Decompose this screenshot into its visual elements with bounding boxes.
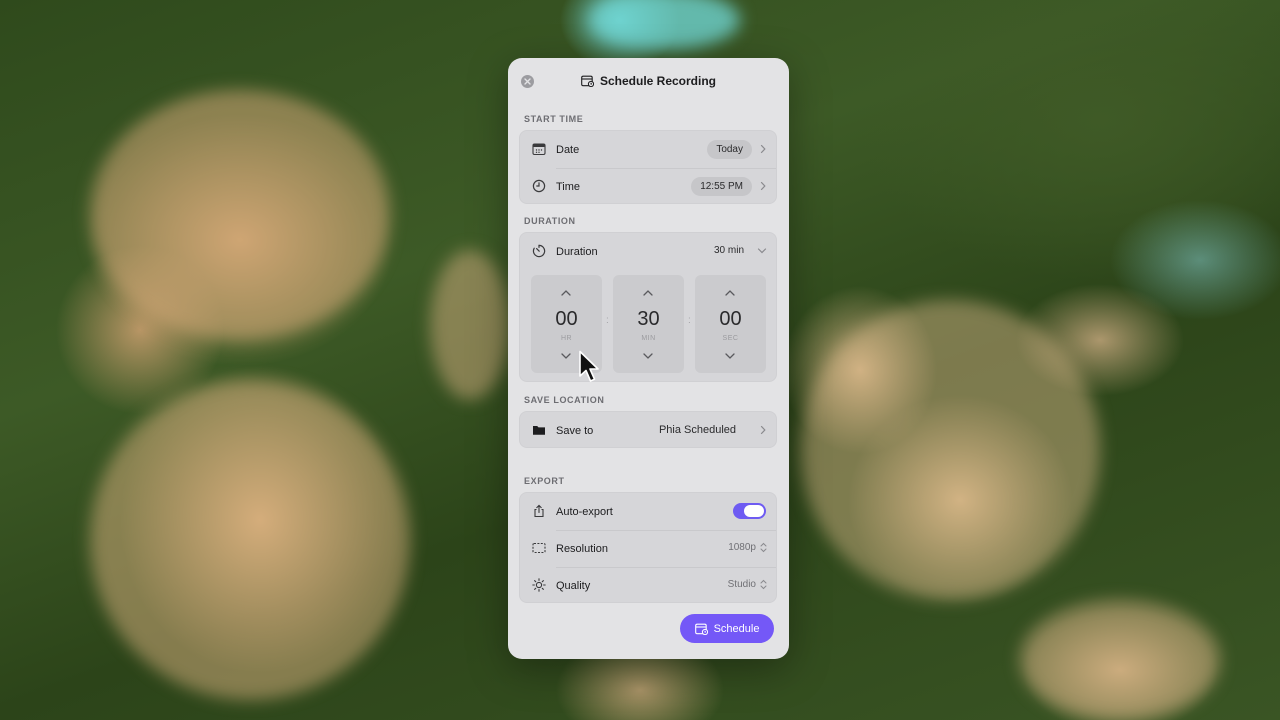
- seconds-spinner[interactable]: 00 SEC: [695, 275, 766, 373]
- duration-label: Duration: [556, 245, 598, 258]
- timer-icon: [532, 244, 546, 258]
- resolution-value[interactable]: 1080p: [728, 542, 756, 553]
- background-blossom: [90, 380, 410, 700]
- duration-card: Duration 30 min 00 HR : 30 MIN : 00 SEC: [519, 232, 777, 382]
- dialog-title-text: Schedule Recording: [599, 74, 717, 88]
- save-to-row[interactable]: Save to Phia Scheduled: [520, 412, 776, 449]
- hours-value[interactable]: 00: [531, 308, 602, 331]
- duration-value[interactable]: 30 min: [714, 245, 744, 256]
- chevron-right-icon: [760, 181, 766, 191]
- chevron-right-icon: [760, 144, 766, 154]
- background-blossom: [800, 300, 1100, 600]
- calendar-clock-icon: [694, 623, 708, 635]
- quality-value[interactable]: Studio: [728, 579, 756, 590]
- resolution-row[interactable]: Resolution 1080p: [520, 530, 776, 567]
- time-label: Time: [556, 180, 581, 193]
- mouse-pointer-icon: [579, 350, 599, 382]
- chevron-up-down-icon[interactable]: [760, 579, 767, 590]
- minutes-value[interactable]: 30: [613, 308, 684, 331]
- dialog-title: Schedule Recording: [508, 74, 789, 88]
- start-time-card: Date Today Time 12:55 PM: [519, 130, 777, 204]
- chevron-up-icon[interactable]: [560, 289, 572, 297]
- date-value[interactable]: Today: [707, 140, 752, 159]
- schedule-recording-dialog: Schedule Recording START TIME Date Today…: [508, 58, 789, 659]
- schedule-button[interactable]: Schedule: [680, 614, 774, 643]
- save-to-label: Save to: [556, 424, 594, 437]
- section-label-save-location: SAVE LOCATION: [524, 395, 605, 405]
- chevron-up-down-icon[interactable]: [760, 542, 767, 553]
- background-blossom: [90, 90, 390, 340]
- minutes-spinner[interactable]: 30 MIN: [613, 275, 684, 373]
- minutes-unit: MIN: [641, 335, 656, 342]
- section-label-export: EXPORT: [524, 476, 565, 486]
- save-location-card: Save to Phia Scheduled: [519, 411, 777, 448]
- time-separator: :: [606, 315, 609, 326]
- clock-icon: [532, 179, 546, 193]
- chevron-right-icon: [760, 425, 766, 435]
- auto-export-label: Auto-export: [556, 505, 613, 518]
- resolution-label: Resolution: [556, 542, 608, 555]
- quality-row[interactable]: Quality Studio: [520, 567, 776, 604]
- time-separator: :: [688, 315, 691, 326]
- chevron-up-icon[interactable]: [724, 289, 736, 297]
- calendar-icon: [532, 143, 546, 156]
- share-icon: [534, 504, 544, 518]
- background-blossom: [430, 250, 510, 400]
- auto-export-row: Auto-export: [520, 493, 776, 530]
- section-label-start-time: START TIME: [524, 114, 584, 124]
- chevron-up-icon[interactable]: [642, 289, 654, 297]
- auto-export-toggle[interactable]: [733, 503, 766, 519]
- time-value[interactable]: 12:55 PM: [691, 177, 752, 196]
- export-card: Auto-export Resolution 1080p Quality Stu…: [519, 492, 777, 603]
- calendar-clock-icon: [581, 75, 594, 87]
- resolution-frame-icon: [532, 542, 546, 554]
- chevron-down-icon[interactable]: [724, 352, 736, 360]
- chevron-down-icon[interactable]: [757, 247, 767, 255]
- chevron-down-icon[interactable]: [642, 352, 654, 360]
- time-row[interactable]: Time 12:55 PM: [520, 168, 776, 205]
- seconds-unit: SEC: [722, 335, 739, 342]
- background-blossom: [1020, 600, 1220, 720]
- toggle-knob: [744, 505, 764, 517]
- chevron-down-icon[interactable]: [560, 352, 572, 360]
- date-label: Date: [556, 143, 580, 156]
- background-sky: [590, 0, 740, 50]
- hours-unit: HR: [560, 335, 573, 342]
- save-to-value[interactable]: Phia Scheduled: [659, 424, 736, 436]
- section-label-duration: DURATION: [524, 216, 576, 226]
- quality-label: Quality: [556, 579, 591, 592]
- seconds-value[interactable]: 00: [695, 308, 766, 331]
- duration-row[interactable]: Duration 30 min: [520, 233, 776, 270]
- sun-icon: [532, 578, 546, 592]
- folder-icon: [533, 426, 545, 435]
- schedule-button-label: Schedule: [713, 622, 760, 635]
- date-row[interactable]: Date Today: [520, 131, 776, 168]
